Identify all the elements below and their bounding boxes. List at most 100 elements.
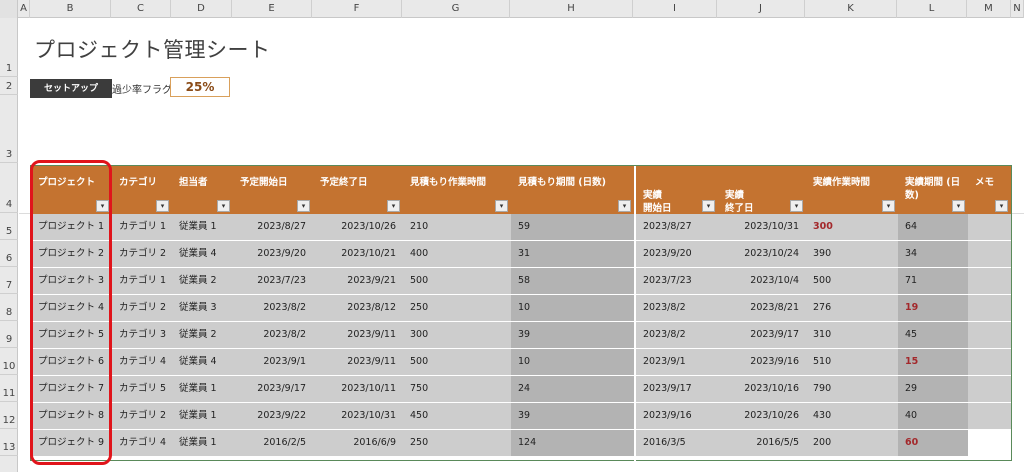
cell-est-hours[interactable]: 500: [403, 349, 511, 375]
column-header-D[interactable]: D: [171, 0, 232, 18]
cell-assignee[interactable]: 従業員 2: [172, 322, 233, 348]
cell-act-days[interactable]: 45: [898, 322, 968, 348]
cell-act-days[interactable]: 40: [898, 403, 968, 429]
cell-act-days[interactable]: 15: [898, 349, 968, 375]
cell-plan-end[interactable]: 2023/9/21: [313, 268, 403, 294]
cell-project[interactable]: プロジェクト 2: [31, 241, 112, 267]
cell-plan-start[interactable]: 2023/8/2: [233, 322, 313, 348]
cell-category[interactable]: カテゴリ 1: [112, 268, 172, 294]
cell-act-hours[interactable]: 276: [806, 295, 898, 321]
column-header-K[interactable]: K: [805, 0, 897, 18]
filter-dropdown-icon[interactable]: ▾: [995, 200, 1008, 212]
cell-category[interactable]: カテゴリ 4: [112, 430, 172, 456]
cell-act-start[interactable]: 2023/8/2: [636, 295, 718, 321]
cell-act-end[interactable]: 2023/8/21: [718, 295, 806, 321]
cell-project[interactable]: プロジェクト 8: [31, 403, 112, 429]
cell-act-start[interactable]: 2023/8/27: [636, 214, 718, 240]
row-header-2[interactable]: 2: [0, 77, 18, 95]
cell-est-hours[interactable]: 500: [403, 268, 511, 294]
cell-memo[interactable]: [968, 268, 1011, 294]
cell-project[interactable]: プロジェクト 4: [31, 295, 112, 321]
cell-memo[interactable]: [968, 241, 1011, 267]
cell-plan-start[interactable]: 2023/9/22: [233, 403, 313, 429]
cell-act-end[interactable]: 2023/9/16: [718, 349, 806, 375]
cell-act-days[interactable]: 64: [898, 214, 968, 240]
cell-plan-end[interactable]: 2023/10/21: [313, 241, 403, 267]
cell-act-end[interactable]: 2023/10/26: [718, 403, 806, 429]
setup-button[interactable]: セットアップ: [30, 79, 112, 98]
cell-est-days[interactable]: 39: [511, 403, 634, 429]
cell-memo[interactable]: [968, 295, 1011, 321]
cell-memo[interactable]: [968, 349, 1011, 375]
cell-memo[interactable]: [968, 403, 1011, 429]
cell-act-hours[interactable]: 390: [806, 241, 898, 267]
cell-act-days[interactable]: 29: [898, 376, 968, 402]
cell-act-start[interactable]: 2023/9/20: [636, 241, 718, 267]
cell-est-days[interactable]: 31: [511, 241, 634, 267]
cell-category[interactable]: カテゴリ 3: [112, 322, 172, 348]
cell-plan-start[interactable]: 2016/2/5: [233, 430, 313, 456]
filter-dropdown-icon[interactable]: ▾: [387, 200, 400, 212]
cell-act-days[interactable]: 71: [898, 268, 968, 294]
column-header-E[interactable]: E: [232, 0, 312, 18]
cell-plan-end[interactable]: 2023/8/12: [313, 295, 403, 321]
row-header-10[interactable]: 10: [0, 348, 18, 375]
filter-dropdown-icon[interactable]: ▾: [495, 200, 508, 212]
filter-dropdown-icon[interactable]: ▾: [297, 200, 310, 212]
cell-act-end[interactable]: 2023/10/4: [718, 268, 806, 294]
cell-act-hours[interactable]: 310: [806, 322, 898, 348]
cell-act-days[interactable]: 19: [898, 295, 968, 321]
cell-act-end[interactable]: 2023/9/17: [718, 322, 806, 348]
cell-est-days[interactable]: 58: [511, 268, 634, 294]
cell-memo[interactable]: [968, 430, 1011, 456]
cell-est-days[interactable]: 24: [511, 376, 634, 402]
cell-project[interactable]: プロジェクト 6: [31, 349, 112, 375]
cell-act-start[interactable]: 2023/7/23: [636, 268, 718, 294]
cell-act-days[interactable]: 34: [898, 241, 968, 267]
cell-assignee[interactable]: 従業員 4: [172, 349, 233, 375]
cell-category[interactable]: カテゴリ 2: [112, 295, 172, 321]
cell-act-hours[interactable]: 790: [806, 376, 898, 402]
cell-category[interactable]: カテゴリ 2: [112, 241, 172, 267]
cell-plan-end[interactable]: 2023/10/26: [313, 214, 403, 240]
cell-category[interactable]: カテゴリ 5: [112, 376, 172, 402]
flag-value-cell[interactable]: 25%: [170, 77, 230, 97]
cell-assignee[interactable]: 従業員 1: [172, 376, 233, 402]
cell-est-hours[interactable]: 400: [403, 241, 511, 267]
column-header-G[interactable]: G: [402, 0, 510, 18]
cell-est-days[interactable]: 59: [511, 214, 634, 240]
cell-est-hours[interactable]: 210: [403, 214, 511, 240]
cell-project[interactable]: プロジェクト 9: [31, 430, 112, 456]
row-header-5[interactable]: 5: [0, 213, 18, 240]
cell-est-hours[interactable]: 250: [403, 295, 511, 321]
cell-memo[interactable]: [968, 376, 1011, 402]
cell-act-start[interactable]: 2023/9/1: [636, 349, 718, 375]
column-header-H[interactable]: H: [510, 0, 633, 18]
column-header-I[interactable]: I: [633, 0, 717, 18]
cell-project[interactable]: プロジェクト 3: [31, 268, 112, 294]
cell-act-hours[interactable]: 200: [806, 430, 898, 456]
cell-plan-start[interactable]: 2023/8/27: [233, 214, 313, 240]
cell-est-hours[interactable]: 250: [403, 430, 511, 456]
cell-act-hours[interactable]: 300: [806, 214, 898, 240]
column-header-A[interactable]: A: [18, 0, 30, 18]
row-header-12[interactable]: 12: [0, 402, 18, 429]
cell-plan-end[interactable]: 2023/10/11: [313, 376, 403, 402]
column-header-B[interactable]: B: [30, 0, 111, 18]
cell-project[interactable]: プロジェクト 1: [31, 214, 112, 240]
cell-est-days[interactable]: 10: [511, 349, 634, 375]
cell-act-days[interactable]: 60: [898, 430, 968, 456]
cell-assignee[interactable]: 従業員 1: [172, 214, 233, 240]
cell-act-end[interactable]: 2023/10/31: [718, 214, 806, 240]
cell-act-start[interactable]: 2023/9/17: [636, 376, 718, 402]
cell-plan-end[interactable]: 2023/10/31: [313, 403, 403, 429]
cell-memo[interactable]: [968, 214, 1011, 240]
row-header-11[interactable]: 11: [0, 375, 18, 402]
cell-est-days[interactable]: 124: [511, 430, 634, 456]
cell-plan-start[interactable]: 2023/8/2: [233, 295, 313, 321]
column-header-F[interactable]: F: [312, 0, 402, 18]
cell-est-days[interactable]: 39: [511, 322, 634, 348]
cell-assignee[interactable]: 従業員 4: [172, 241, 233, 267]
cell-plan-start[interactable]: 2023/9/1: [233, 349, 313, 375]
cell-plan-end[interactable]: 2023/9/11: [313, 349, 403, 375]
